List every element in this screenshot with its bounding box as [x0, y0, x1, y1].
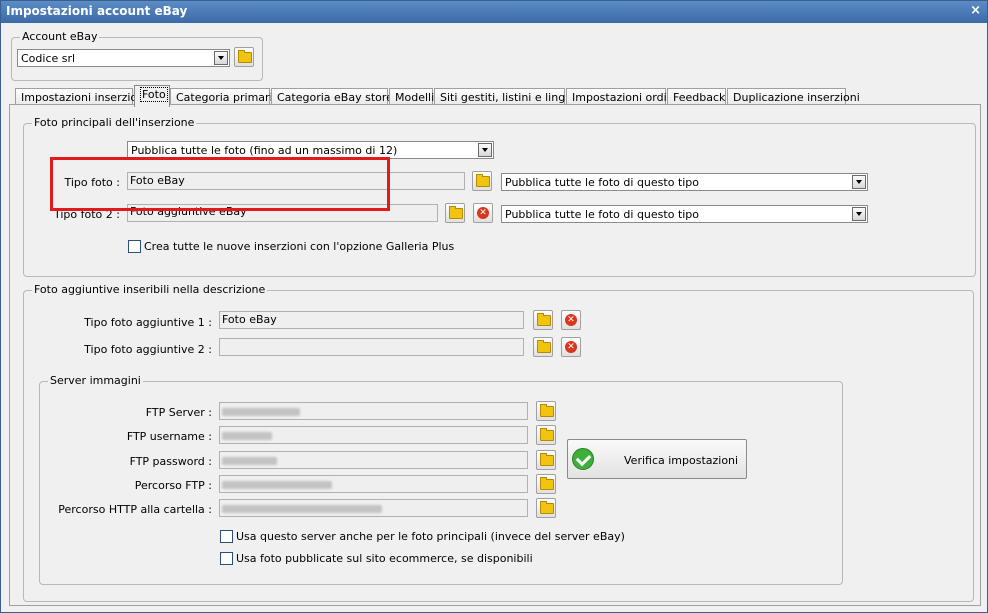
tipo-aggiuntive2-label: Tipo foto aggiuntive 2 : — [84, 343, 212, 356]
chevron-down-icon[interactable] — [478, 143, 492, 157]
folder-icon — [238, 50, 252, 63]
highlight-annotation — [50, 157, 390, 211]
folder-icon — [540, 453, 554, 466]
use-site-photos-checkbox[interactable] — [220, 552, 233, 565]
settings-window: Impostazioni account eBay × Account eBay… — [0, 0, 988, 613]
foto-aggiuntive-legend: Foto aggiuntive inseribili nella descriz… — [32, 283, 268, 296]
percorso-ftp-folder-button[interactable] — [536, 474, 556, 494]
folder-icon — [540, 477, 554, 490]
redacted-value — [222, 481, 332, 489]
tab-foto[interactable]: Foto — [134, 85, 170, 107]
tipo-aggiuntive2-folder-button[interactable] — [533, 337, 553, 357]
tipo-aggiuntive2-field[interactable] — [219, 338, 524, 356]
folder-icon — [537, 340, 551, 353]
percorso-http-folder-button[interactable] — [536, 498, 556, 518]
redacted-value — [222, 432, 272, 440]
account-select[interactable]: Codice srl — [17, 49, 230, 67]
tipo-foto-publish-select[interactable]: Pubblica tutte le foto di questo tipo — [501, 173, 868, 191]
window-content: Account eBay Codice srl Impostazioni ins… — [1, 23, 987, 612]
percorso-ftp-field[interactable] — [219, 475, 528, 493]
ftp-server-label: FTP Server : — [145, 406, 212, 419]
ftp-username-folder-button[interactable] — [536, 425, 556, 445]
account-folder-button[interactable] — [234, 47, 254, 67]
tipo-aggiuntive1-delete-button[interactable]: ✕ — [561, 310, 581, 330]
galleria-plus-label: Crea tutte le nuove inserzioni con l'opz… — [144, 240, 455, 253]
use-site-photos-label: Usa foto pubblicate sul sito ecommerce, … — [236, 552, 533, 565]
folder-icon — [540, 428, 554, 441]
tipo-foto-publish-value: Pubblica tutte le foto di questo tipo — [505, 176, 700, 189]
folder-icon — [476, 174, 490, 187]
tipo-aggiuntive1-label: Tipo foto aggiuntive 1 : — [84, 316, 212, 329]
galleria-plus-checkbox[interactable] — [128, 240, 141, 253]
tipo-foto-folder-button[interactable] — [472, 171, 492, 191]
tipo-aggiuntive1-field[interactable]: Foto eBay — [219, 311, 524, 329]
tipo-aggiuntive2-delete-button[interactable]: ✕ — [561, 337, 581, 357]
foto-principali-legend: Foto principali dell'inserzione — [32, 116, 197, 129]
verifica-impostazioni-button[interactable]: Verifica impostazioni — [567, 439, 747, 479]
verifica-impostazioni-label: Verifica impostazioni — [624, 454, 739, 467]
folder-icon — [449, 206, 463, 219]
percorso-ftp-label: Percorso FTP : — [134, 479, 212, 492]
publish-mode-value: Pubblica tutte le foto (fino ad un massi… — [131, 144, 398, 157]
folder-icon — [540, 501, 554, 514]
ftp-password-label: FTP password : — [129, 455, 212, 468]
chevron-down-icon[interactable] — [214, 51, 228, 65]
ftp-password-folder-button[interactable] — [536, 450, 556, 470]
tipo-aggiuntive1-folder-button[interactable] — [533, 310, 553, 330]
percorso-http-field[interactable] — [219, 499, 528, 517]
ftp-username-field[interactable] — [219, 426, 528, 444]
use-server-checkbox[interactable] — [220, 530, 233, 543]
redacted-value — [222, 505, 382, 513]
account-legend: Account eBay — [20, 30, 100, 43]
foto-tab-panel: Foto principali dell'inserzione Pubblica… — [9, 104, 981, 606]
tipo-foto2-publish-value: Pubblica tutte le foto di questo tipo — [505, 208, 700, 221]
redacted-value — [222, 408, 300, 416]
ftp-server-folder-button[interactable] — [536, 401, 556, 421]
ftp-server-field[interactable] — [219, 402, 528, 420]
tipo-aggiuntive1-value: Foto eBay — [222, 313, 277, 326]
delete-icon: ✕ — [565, 341, 577, 353]
tipo-foto2-publish-select[interactable]: Pubblica tutte le foto di questo tipo — [501, 205, 868, 223]
server-immagini-legend: Server immagini — [48, 374, 143, 387]
folder-icon — [540, 404, 554, 417]
redacted-value — [222, 457, 277, 465]
percorso-http-label: Percorso HTTP alla cartella : — [58, 503, 212, 516]
use-server-label: Usa questo server anche per le foto prin… — [236, 530, 625, 543]
account-selected-value: Codice srl — [21, 52, 76, 65]
folder-icon — [537, 313, 551, 326]
window-title: Impostazioni account eBay — [6, 4, 188, 18]
chevron-down-icon[interactable] — [852, 175, 866, 189]
close-icon[interactable]: × — [970, 3, 981, 18]
delete-icon: ✕ — [477, 207, 489, 219]
tipo-foto2-folder-button[interactable] — [445, 203, 465, 223]
check-icon — [572, 448, 594, 470]
chevron-down-icon[interactable] — [852, 207, 866, 221]
ftp-password-field[interactable] — [219, 451, 528, 469]
title-bar: Impostazioni account eBay × — [1, 1, 987, 23]
tipo-foto2-delete-button[interactable]: ✕ — [473, 203, 493, 223]
ftp-username-label: FTP username : — [126, 430, 212, 443]
delete-icon: ✕ — [565, 314, 577, 326]
